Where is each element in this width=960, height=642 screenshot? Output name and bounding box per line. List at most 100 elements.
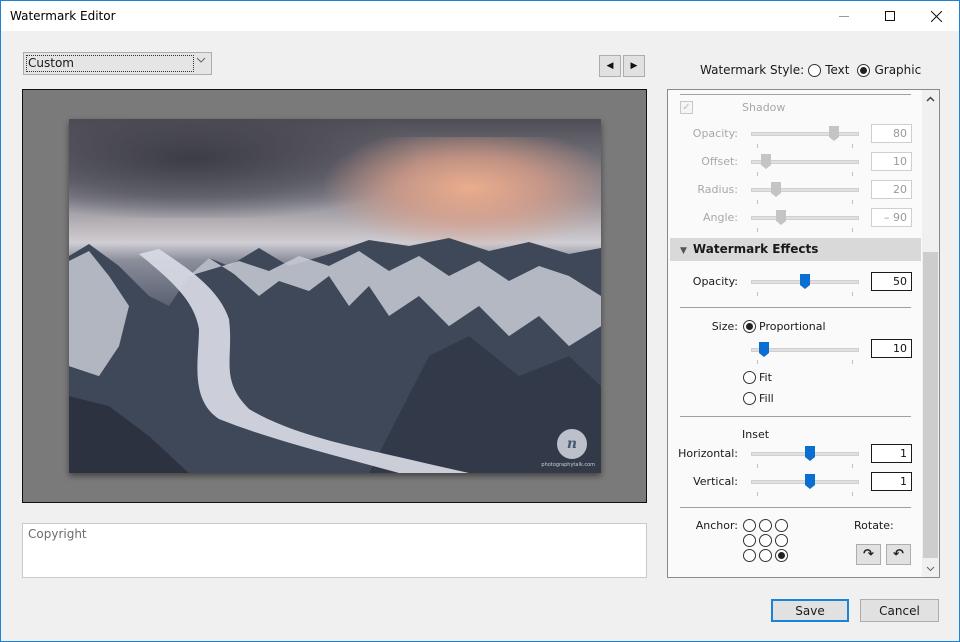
slider-tick xyxy=(852,360,853,364)
anchor-radio[interactable] xyxy=(759,549,772,562)
triangle-right-icon: ▶ xyxy=(630,61,638,71)
rotate-counterclockwise-button[interactable]: ↶ xyxy=(886,544,911,565)
watermark-effects-header[interactable]: ▼ Watermark Effects xyxy=(670,238,921,261)
chevron-up-icon xyxy=(926,95,935,102)
anchor-radio[interactable] xyxy=(775,519,788,532)
shadow-row-value-field[interactable]: 80 xyxy=(871,124,912,143)
minimize-button[interactable] xyxy=(821,1,867,31)
minimize-icon xyxy=(839,15,849,17)
maximize-button[interactable] xyxy=(867,1,913,31)
shadow-row-value-field[interactable]: 20 xyxy=(871,180,912,199)
rotate-clockwise-button[interactable]: ↷ xyxy=(856,544,881,565)
divider xyxy=(680,416,911,417)
previous-image-button[interactable]: ◀ xyxy=(599,55,621,77)
anchor-radio[interactable] xyxy=(775,534,788,547)
shadow-row-label: Radius: xyxy=(697,183,738,196)
panel-scrollbar[interactable] xyxy=(922,90,939,577)
inset-label: Inset xyxy=(742,428,770,441)
shadow-row-slider[interactable] xyxy=(751,182,859,204)
slider-thumb[interactable] xyxy=(800,274,810,290)
shadow-label: Shadow xyxy=(742,101,786,114)
watermark-logo: n xyxy=(557,429,587,459)
shadow-row-slider[interactable] xyxy=(751,126,859,148)
style-text-radio[interactable] xyxy=(808,63,822,77)
anchor-radio[interactable] xyxy=(759,519,772,532)
preset-dropdown[interactable]: Custom xyxy=(23,52,212,75)
opacity-label: Opacity: xyxy=(692,275,738,288)
slider-tick xyxy=(757,464,758,468)
size-fill-radio[interactable] xyxy=(743,392,756,405)
style-graphic-radio[interactable] xyxy=(857,63,871,77)
window-title: Watermark Editor xyxy=(10,9,116,23)
shadow-row-value-field[interactable]: – 90 xyxy=(871,208,912,227)
preview-photo: n photographytalk.com xyxy=(69,119,601,473)
inset-vertical-slider[interactable] xyxy=(751,474,859,496)
shadow-row-slider[interactable] xyxy=(751,154,859,176)
slider-tick xyxy=(757,172,758,176)
save-button[interactable]: Save xyxy=(771,599,849,622)
cancel-button[interactable]: Cancel xyxy=(860,599,939,622)
slider-tick xyxy=(852,144,853,148)
size-fit-label[interactable]: Fit xyxy=(759,371,772,384)
maximize-icon xyxy=(885,11,895,21)
triangle-left-icon: ◀ xyxy=(606,61,614,71)
close-button[interactable] xyxy=(913,1,959,31)
photo-glacier xyxy=(139,249,469,473)
size-proportional-label[interactable]: Proportional xyxy=(759,320,826,333)
anchor-radio[interactable] xyxy=(743,549,756,562)
scroll-up-button[interactable] xyxy=(922,90,939,107)
anchor-grid xyxy=(743,519,791,562)
scroll-down-button[interactable] xyxy=(922,560,939,577)
watermark-style-label: Watermark Style: xyxy=(700,63,805,77)
anchor-radio[interactable] xyxy=(759,534,772,547)
watermark-url: photographytalk.com xyxy=(541,462,595,468)
inset-vertical-value-field[interactable]: 1 xyxy=(871,472,912,491)
rotate-counterclockwise-icon: ↶ xyxy=(893,547,904,562)
next-image-button[interactable]: ▶ xyxy=(623,55,645,77)
style-text-label[interactable]: Text xyxy=(825,63,849,77)
slider-tick xyxy=(757,492,758,496)
opacity-slider[interactable] xyxy=(751,274,859,296)
slider-thumb[interactable] xyxy=(759,342,769,358)
watermark-editor-window: Watermark Editor Custom ◀ ▶ n photograph… xyxy=(0,0,960,642)
slider-thumb[interactable] xyxy=(776,210,786,226)
slider-thumb[interactable] xyxy=(829,126,839,142)
scroll-thumb[interactable] xyxy=(923,252,938,558)
chevron-down-icon xyxy=(196,56,206,67)
slider-tick xyxy=(757,228,758,232)
slider-tick xyxy=(852,464,853,468)
slider-tick xyxy=(757,292,758,296)
anchor-label: Anchor: xyxy=(695,519,738,532)
slider-tick xyxy=(852,492,853,496)
size-fill-label[interactable]: Fill xyxy=(759,392,774,405)
slider-thumb[interactable] xyxy=(805,474,815,490)
slider-tick xyxy=(852,200,853,204)
size-label: Size: xyxy=(711,320,738,333)
slider-tick xyxy=(852,292,853,296)
opacity-value-field[interactable]: 50 xyxy=(871,272,912,291)
slider-tick xyxy=(757,360,758,364)
anchor-radio[interactable] xyxy=(743,519,756,532)
slider-tick xyxy=(757,144,758,148)
copyright-text-field[interactable]: Copyright xyxy=(22,523,647,578)
inset-vertical-label: Vertical: xyxy=(693,475,738,488)
size-value-field[interactable]: 10 xyxy=(871,339,912,358)
slider-tick xyxy=(852,172,853,176)
size-proportional-radio[interactable] xyxy=(743,320,756,333)
style-graphic-label[interactable]: Graphic xyxy=(874,63,921,77)
slider-thumb[interactable] xyxy=(761,154,771,170)
anchor-radio[interactable] xyxy=(775,549,788,562)
anchor-radio[interactable] xyxy=(743,534,756,547)
shadow-row-value-field[interactable]: 10 xyxy=(871,152,912,171)
size-slider[interactable] xyxy=(751,342,859,364)
shadow-checkbox[interactable]: ✓ xyxy=(680,101,693,114)
shadow-row-slider[interactable] xyxy=(751,210,859,232)
watermark-style-selector: Watermark Style: Text Graphic xyxy=(700,63,921,77)
inset-horizontal-slider[interactable] xyxy=(751,446,859,468)
slider-thumb[interactable] xyxy=(771,182,781,198)
size-fit-radio[interactable] xyxy=(743,371,756,384)
slider-thumb[interactable] xyxy=(805,446,815,462)
slider-tick xyxy=(757,200,758,204)
inset-horizontal-value-field[interactable]: 1 xyxy=(871,444,912,463)
rotate-label: Rotate: xyxy=(854,519,894,532)
